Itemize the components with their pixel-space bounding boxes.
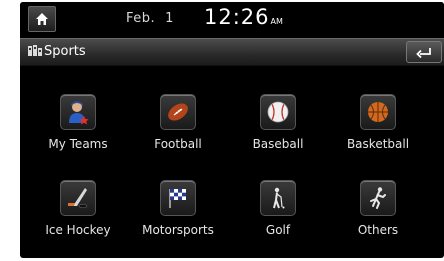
tile-label: Basketball <box>346 137 410 151</box>
tile-basketball[interactable]: Basketball <box>328 94 428 164</box>
golf-icon <box>260 180 296 216</box>
my-teams-icon <box>60 94 96 130</box>
tile-label: Ice Hockey <box>45 223 111 237</box>
sports-category-grid: My Teams Football Baseball Basketball Ic… <box>20 82 444 258</box>
back-button[interactable] <box>406 41 442 63</box>
clock-ampm: AM <box>270 17 283 26</box>
infotainment-screen: Feb. 1 12:26AM Sports My Teams Football … <box>20 2 444 258</box>
ice-hockey-icon <box>60 180 96 216</box>
home-icon <box>36 13 48 25</box>
tile-label: Baseball <box>252 137 304 151</box>
football-icon <box>160 94 196 130</box>
page-title: Sports <box>44 44 86 59</box>
sports-menu-icon <box>28 45 42 56</box>
tile-label: Football <box>154 137 202 151</box>
tile-golf[interactable]: Golf <box>228 180 328 250</box>
tile-label: My Teams <box>48 137 108 151</box>
back-arrow-icon <box>416 48 431 58</box>
others-icon <box>360 180 396 216</box>
tile-football[interactable]: Football <box>128 94 228 164</box>
tile-motorsports[interactable]: Motorsports <box>128 180 228 250</box>
date-day: 1 <box>165 11 174 26</box>
baseball-icon <box>260 94 296 130</box>
tile-label: Golf <box>265 223 291 237</box>
title-bar: Sports <box>20 38 444 66</box>
date-month: Feb. <box>126 11 156 26</box>
clock: 12:26AM <box>204 5 283 29</box>
motorsports-icon <box>160 180 196 216</box>
status-bar: Feb. 1 12:26AM <box>20 2 444 36</box>
tile-my-teams[interactable]: My Teams <box>28 94 128 164</box>
home-button[interactable] <box>28 6 56 32</box>
tile-label: Motorsports <box>142 223 214 237</box>
basketball-icon <box>360 94 396 130</box>
date: Feb. 1 <box>126 11 174 26</box>
tile-ice-hockey[interactable]: Ice Hockey <box>28 180 128 250</box>
tile-others[interactable]: Others <box>328 180 428 250</box>
clock-time: 12:26 <box>204 5 270 29</box>
tile-label: Others <box>357 223 399 237</box>
tile-baseball[interactable]: Baseball <box>228 94 328 164</box>
